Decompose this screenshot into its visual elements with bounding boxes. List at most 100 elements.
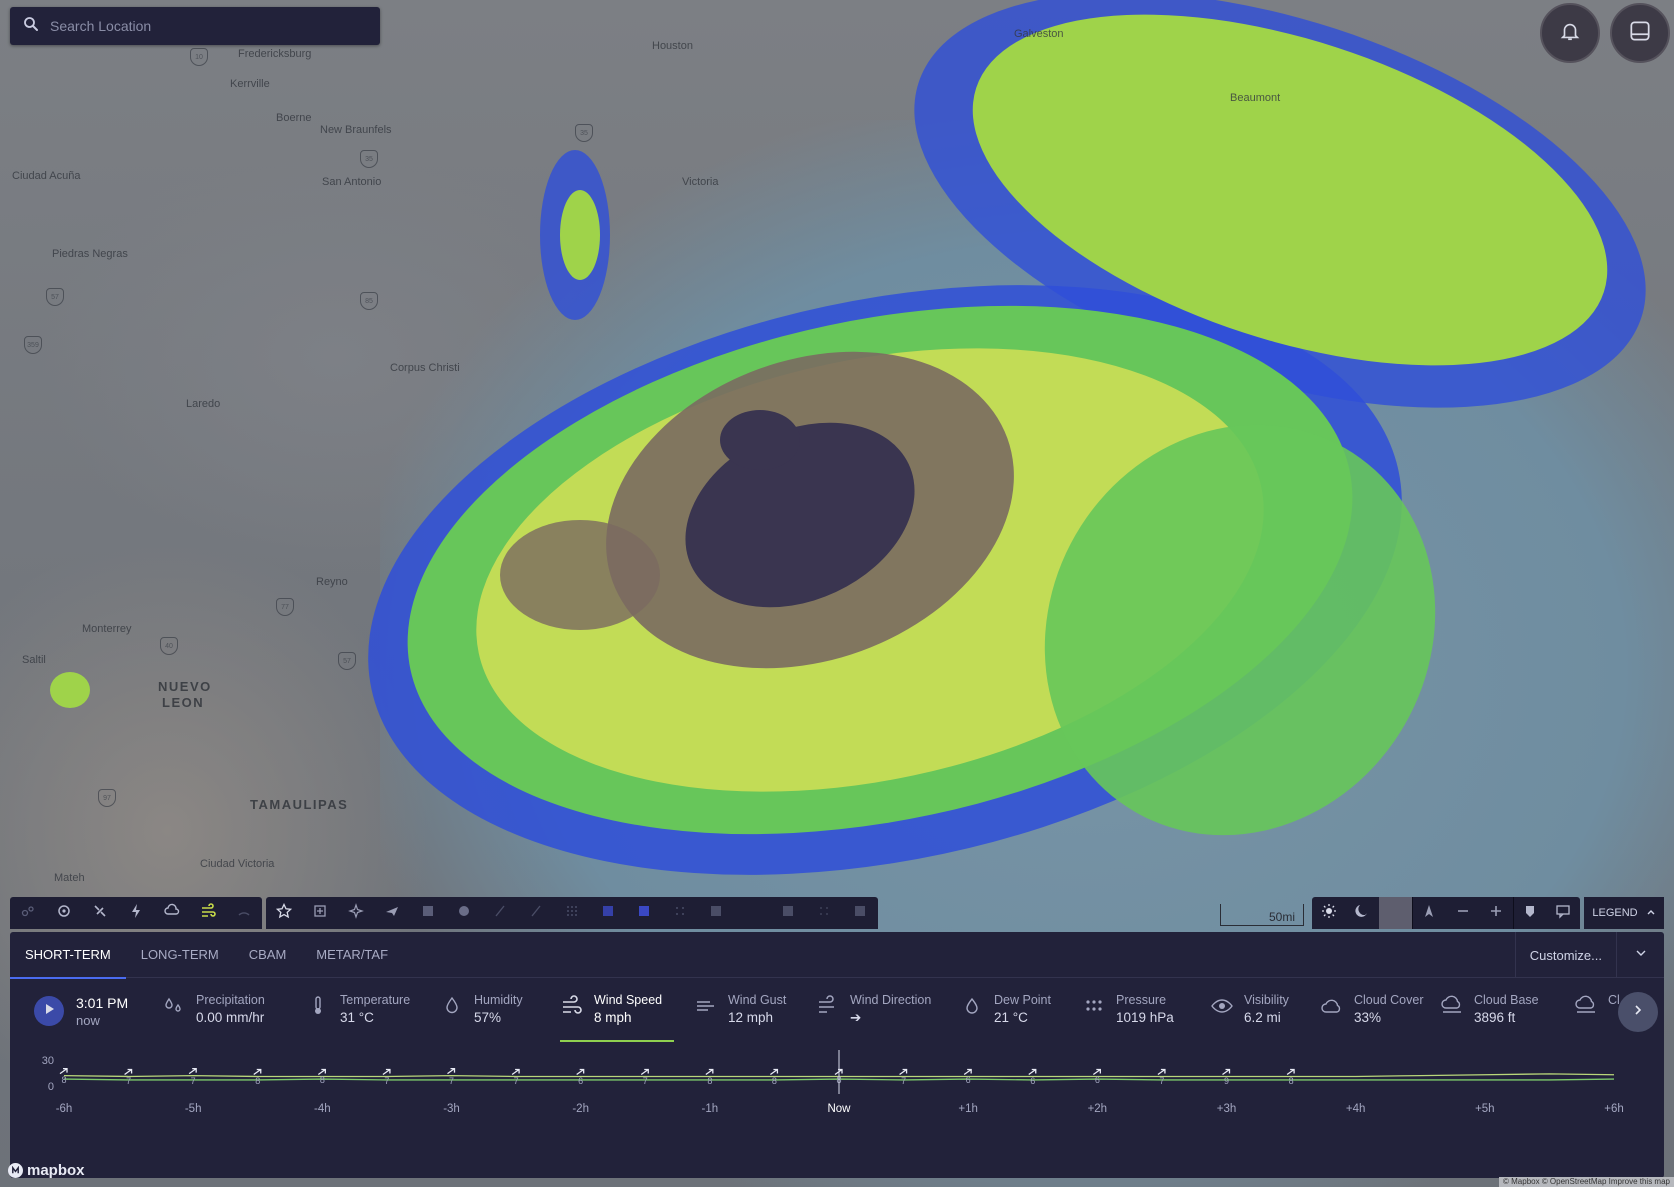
overlay-layer-11[interactable]	[770, 897, 806, 929]
blue-grid-icon	[600, 903, 616, 924]
mapbox-logo-icon	[8, 1163, 23, 1178]
star-icon	[275, 902, 293, 924]
legend-button[interactable]: LEGEND	[1584, 897, 1664, 929]
metric-temperature[interactable]: Temperature 31 °C	[306, 992, 410, 1038]
wind-arrow-icon	[1222, 1068, 1231, 1075]
cloud-icon	[1320, 994, 1344, 1018]
forecast-tabs: SHORT-TERM LONG-TERM CBAM METAR/TAF Cust…	[10, 932, 1664, 979]
overlay-layer-2[interactable]	[446, 897, 482, 929]
point-label: 7	[901, 1076, 906, 1086]
grid-square-icon	[744, 903, 760, 924]
overlay-layer-8[interactable]	[662, 897, 698, 929]
overlay-layer-13[interactable]	[842, 897, 878, 929]
precip-layer-button[interactable]	[10, 897, 46, 929]
airport-layer-button[interactable]	[302, 897, 338, 929]
x-tick-label: -5h	[185, 1103, 202, 1115]
y-tick-label: 30	[42, 1055, 54, 1067]
map-scale-bar: 50mi	[1220, 904, 1304, 926]
overlay-layer-1[interactable]	[410, 897, 446, 929]
storm-layer-button[interactable]	[154, 897, 190, 929]
overlay-layer-4[interactable]	[518, 897, 554, 929]
zoom-in-button[interactable]	[1479, 897, 1512, 929]
metric-precipitation[interactable]: Precipitation 0.00 mm/hr	[162, 992, 265, 1038]
overlay-layer-6[interactable]	[590, 897, 626, 929]
location-layer-button[interactable]	[1513, 897, 1546, 929]
cloud-lightning-icon	[164, 903, 180, 924]
customize-button[interactable]: Customize...	[1514, 932, 1616, 978]
chevron-down-icon	[1635, 946, 1647, 964]
city-label: Reyno	[316, 576, 348, 588]
overlay-layer-10[interactable]	[734, 897, 770, 929]
tab-metar-taf[interactable]: METAR/TAF	[301, 932, 403, 978]
city-label: Laredo	[186, 398, 221, 410]
point-label: 7	[643, 1076, 648, 1086]
point-label: 8	[1289, 1076, 1294, 1086]
collapse-panel-button[interactable]	[1616, 932, 1664, 978]
metric-pressure[interactable]: Pressure 1019 hPa	[1082, 992, 1174, 1038]
alerts-button[interactable]	[1540, 3, 1600, 63]
metric-visibility[interactable]: Visibility 6.2 mi	[1210, 992, 1289, 1038]
x-tick-label: -4h	[314, 1103, 331, 1115]
overlay-layer-3[interactable]	[482, 897, 518, 929]
city-label: Monterrey	[82, 623, 132, 635]
metric-cloud-base[interactable]: Cloud Base 3896 ft	[1440, 992, 1539, 1038]
point-label: 8	[320, 1075, 325, 1085]
north-up-button[interactable]	[1413, 897, 1446, 929]
profile-button[interactable]	[1610, 3, 1670, 63]
overlay-layer-12[interactable]	[806, 897, 842, 929]
lightning-icon	[128, 903, 144, 924]
metric-dew-point[interactable]: Dew Point 21 °C	[960, 992, 1051, 1038]
radar-layer-button[interactable]	[226, 897, 262, 929]
flights-layer-button[interactable]	[374, 897, 410, 929]
point-label: 6	[1095, 1075, 1100, 1085]
favorites-button[interactable]	[266, 897, 302, 929]
city-label: Beaumont	[1230, 92, 1281, 104]
highway-shield: 10	[190, 48, 208, 66]
current-time-relative: now	[76, 1013, 100, 1028]
night-mode-button[interactable]	[1345, 897, 1378, 929]
metric-value: 3896 ft	[1474, 1010, 1516, 1025]
droplet-percent-icon	[440, 994, 464, 1018]
metric-label: Wind Direction	[850, 993, 932, 1007]
next-metrics-button[interactable]	[1618, 992, 1658, 1032]
navaid-layer-button[interactable]	[338, 897, 374, 929]
forecast-timeline[interactable]: 30087788777678887666798-6h-5h-4h-3h-2h-1…	[10, 1050, 1664, 1178]
inbox-icon	[1627, 18, 1653, 49]
search-bar[interactable]	[10, 7, 380, 45]
satellite-basemap-button[interactable]	[1378, 897, 1412, 929]
hurricane-layer-button[interactable]	[46, 897, 82, 929]
day-mode-button[interactable]	[1312, 897, 1345, 929]
metric-wind-gust[interactable]: Wind Gust 12 mph	[694, 992, 786, 1038]
wind-arrow-icon	[1286, 1068, 1295, 1075]
tab-long-term[interactable]: LONG-TERM	[126, 932, 234, 978]
metric-value: 6.2 mi	[1244, 1010, 1281, 1025]
overlay-layer-5[interactable]	[554, 897, 590, 929]
metric-wind-direction[interactable]: Wind Direction ➔	[816, 992, 931, 1038]
tab-cbam[interactable]: CBAM	[234, 932, 302, 978]
wind-layer-button[interactable]	[190, 897, 226, 929]
play-button[interactable]	[34, 996, 64, 1026]
point-label: 9	[1224, 1076, 1229, 1086]
search-input[interactable]	[50, 18, 360, 34]
metric-wind-speed[interactable]: Wind Speed 8 mph	[560, 992, 675, 1042]
x-tick-label: +6h	[1604, 1103, 1624, 1115]
satellite-layer-button[interactable]	[82, 897, 118, 929]
map-attribution[interactable]: © Mapbox © OpenStreetMap Improve this ma…	[1499, 1177, 1674, 1187]
tab-short-term[interactable]: SHORT-TERM	[10, 932, 126, 979]
mapbox-logo: mapbox	[8, 1162, 85, 1179]
metric-cloud-cover[interactable]: Cloud Cover 33%	[1320, 992, 1423, 1038]
grid-square-icon	[420, 903, 436, 924]
metric-humidity[interactable]: Humidity 57%	[440, 992, 523, 1038]
chevron-right-icon	[1632, 1003, 1644, 1021]
wind-arrow-icon	[317, 1068, 326, 1075]
metric-value: 8 mph	[594, 1010, 632, 1025]
dots-grid-icon	[564, 903, 580, 924]
overlay-layer-7[interactable]	[626, 897, 662, 929]
radar-eye-arm	[720, 410, 800, 470]
timeline-chart[interactable]: 30087788777678887666798-6h-5h-4h-3h-2h-1…	[10, 1050, 1664, 1178]
zoom-out-button[interactable]	[1446, 897, 1479, 929]
lightning-layer-button[interactable]	[118, 897, 154, 929]
overlay-layer-9[interactable]	[698, 897, 734, 929]
point-label: 7	[449, 1076, 454, 1086]
feedback-button[interactable]	[1547, 897, 1580, 929]
